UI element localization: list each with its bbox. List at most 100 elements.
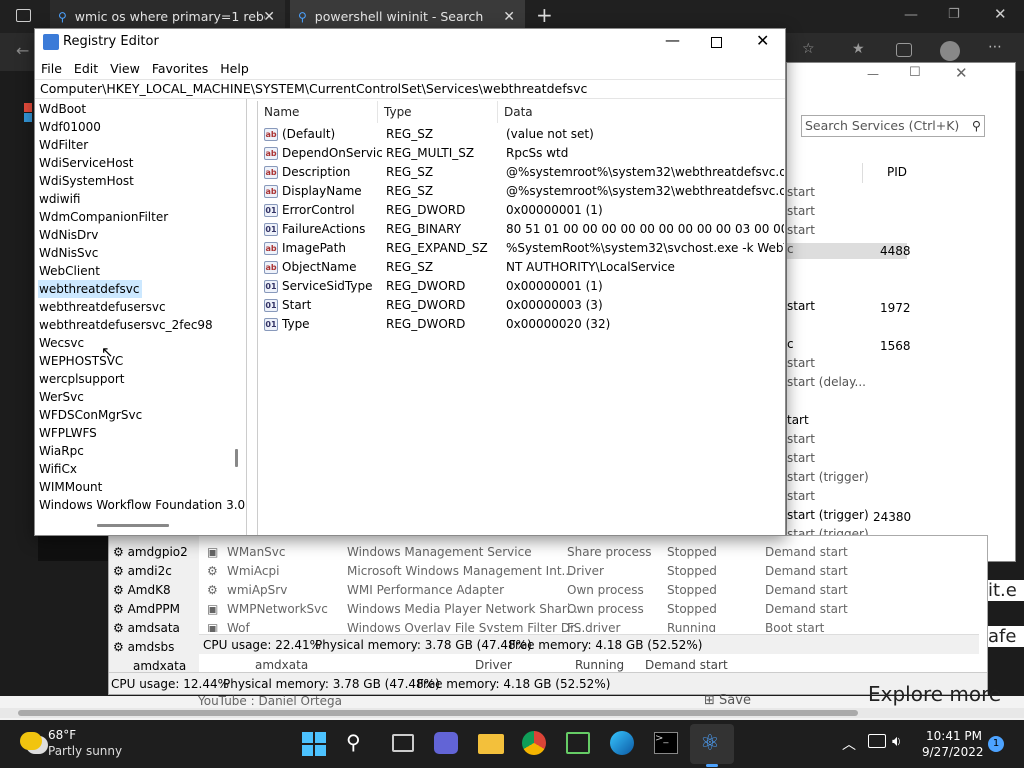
table-row[interactable]: ▣ WMPNetworkSvc Windows Media Player Net… bbox=[201, 602, 977, 620]
scrollbar-thumb[interactable] bbox=[18, 710, 858, 716]
registry-value-row[interactable]: ab DependOnService REG_MULTI_SZ RpcSs wtd bbox=[258, 144, 786, 163]
tree-item[interactable]: WifiCx bbox=[38, 460, 80, 478]
list-item[interactable]: ⚙ amdi2c bbox=[113, 564, 172, 578]
new-tab-button[interactable]: + bbox=[536, 3, 553, 27]
menu-view[interactable]: View bbox=[110, 61, 140, 76]
weather-icon[interactable] bbox=[20, 732, 42, 750]
tree-item[interactable]: WerSvc bbox=[38, 388, 87, 406]
volume-icon[interactable]: 🔉︎ bbox=[892, 732, 901, 750]
tab-actions-icon[interactable] bbox=[16, 9, 31, 22]
tree-item[interactable]: WIMMount bbox=[38, 478, 105, 496]
minimize-icon[interactable]: — bbox=[665, 31, 680, 49]
column-header-name[interactable]: Name bbox=[258, 101, 378, 123]
column-header-type[interactable]: Type bbox=[378, 101, 498, 123]
registry-editor-taskbar-icon[interactable]: ⚛ bbox=[700, 731, 720, 756]
restore-icon[interactable]: ❐ bbox=[948, 7, 960, 22]
tree-item[interactable]: WiaRpc bbox=[38, 442, 87, 460]
tree-item[interactable]: WdiServiceHost bbox=[38, 154, 137, 172]
save-button[interactable]: ⊞ Save bbox=[704, 693, 751, 708]
registry-value-row[interactable]: ab (Default) REG_SZ (value not set) bbox=[258, 125, 786, 144]
back-icon[interactable]: ← bbox=[16, 41, 29, 60]
menu-help[interactable]: Help bbox=[220, 61, 249, 76]
favorites-icon[interactable]: ★ bbox=[852, 41, 865, 57]
minimize-icon[interactable]: — bbox=[904, 7, 918, 23]
tree-item[interactable]: WdBoot bbox=[38, 100, 89, 118]
tree-item-selected[interactable]: webthreatdefsvc bbox=[38, 280, 143, 298]
registry-value-row[interactable]: 01 ErrorControl REG_DWORD 0x00000001 (1) bbox=[258, 201, 786, 220]
registry-value-row[interactable]: 01 Type REG_DWORD 0x00000020 (32) bbox=[258, 315, 786, 334]
tree-item[interactable]: Wdf01000 bbox=[38, 118, 104, 136]
horizontal-scrollbar[interactable] bbox=[0, 708, 1024, 718]
list-item[interactable]: ⚙ amdsata bbox=[113, 621, 180, 635]
collections-icon[interactable] bbox=[896, 43, 912, 57]
tree-item[interactable]: webthreatdefusersvc bbox=[38, 298, 169, 316]
favorite-icon[interactable]: ☆ bbox=[802, 41, 815, 57]
weather-temp[interactable]: 68°F bbox=[48, 728, 76, 742]
search-icon[interactable]: ⚲ bbox=[346, 730, 361, 754]
list-item[interactable]: ⚙ AmdK8 bbox=[113, 583, 171, 597]
list-item[interactable]: ⚙ amdgpio2 bbox=[113, 545, 188, 559]
table-row[interactable]: ▣ Wof Windows Overlay File System Filter… bbox=[201, 621, 977, 632]
weather-desc[interactable]: Partly sunny bbox=[48, 744, 122, 758]
list-item[interactable]: ⚙ amdsbs bbox=[113, 640, 174, 654]
tree-item[interactable]: WebClient bbox=[38, 262, 103, 280]
clock-time[interactable]: 10:41 PM bbox=[922, 729, 982, 743]
table-row[interactable]: amdxata Driver Running Demand start bbox=[199, 658, 979, 672]
edge-icon[interactable] bbox=[610, 731, 634, 755]
list-item[interactable]: amdxata bbox=[133, 659, 186, 673]
tree-item[interactable]: WdNisDrv bbox=[38, 226, 101, 244]
task-view-icon[interactable] bbox=[392, 734, 414, 752]
title-bar[interactable]: Registry Editor — ✕ bbox=[35, 29, 785, 56]
file-explorer-icon[interactable] bbox=[478, 734, 504, 754]
table-row[interactable]: ⚙ wmiApSrv WMI Performance Adapter Own p… bbox=[201, 583, 977, 601]
explore-more-link[interactable]: Explore more bbox=[868, 682, 1001, 706]
registry-value-row[interactable]: ab ObjectName REG_SZ NT AUTHORITY\LocalServ… bbox=[258, 258, 786, 277]
minimize-icon[interactable]: — bbox=[867, 67, 879, 81]
clock-date[interactable]: 9/27/2022 bbox=[922, 745, 984, 759]
registry-value-row[interactable]: 01 FailureActions REG_BINARY 80 51 01 00 00… bbox=[258, 220, 786, 239]
registry-value-row[interactable]: 01 Start REG_DWORD 0x00000003 (3) bbox=[258, 296, 786, 315]
tree-item[interactable]: WdNisSvc bbox=[38, 244, 101, 262]
menu-favorites[interactable]: Favorites bbox=[152, 61, 208, 76]
search-services-input[interactable]: Search Services (Ctrl+K) ⚲ bbox=[801, 115, 985, 137]
close-tab-icon[interactable]: ✕ bbox=[263, 9, 275, 25]
avatar[interactable] bbox=[940, 41, 960, 61]
start-button[interactable] bbox=[302, 732, 326, 756]
network-icon[interactable] bbox=[868, 734, 886, 748]
registry-value-row[interactable]: ab Description REG_SZ @%systemroot%\system3… bbox=[258, 163, 786, 182]
more-icon[interactable]: ⋯ bbox=[988, 39, 1002, 55]
tree-item[interactable]: webthreatdefusersvc_2fec98 bbox=[38, 316, 216, 334]
menu-file[interactable]: File bbox=[41, 61, 62, 76]
terminal-icon[interactable]: >_ bbox=[654, 732, 678, 754]
teams-chat-icon[interactable] bbox=[434, 732, 458, 754]
tree-item[interactable]: wercplsupport bbox=[38, 370, 128, 388]
address-bar[interactable]: Computer\HKEY_LOCAL_MACHINE\SYSTEM\Curre… bbox=[35, 79, 785, 99]
registry-value-row[interactable]: 01 ServiceSidType REG_DWORD 0x00000001 (1) bbox=[258, 277, 786, 296]
tree-item[interactable]: WdFilter bbox=[38, 136, 91, 154]
maximize-icon[interactable] bbox=[711, 37, 722, 48]
chrome-icon[interactable] bbox=[522, 731, 546, 755]
maximize-icon[interactable]: ☐ bbox=[909, 65, 921, 80]
close-window-icon[interactable]: ✕ bbox=[955, 64, 968, 82]
tree-item[interactable]: wdiwifi bbox=[38, 190, 83, 208]
close-window-icon[interactable]: ✕ bbox=[994, 5, 1007, 23]
notification-badge[interactable]: 1 bbox=[988, 736, 1004, 752]
tree-item[interactable]: WdmCompanionFilter bbox=[38, 208, 171, 226]
tree-item[interactable]: WFPLWFS bbox=[38, 424, 100, 442]
tree-item[interactable]: WdiSystemHost bbox=[38, 172, 137, 190]
tree-item[interactable]: Windows Workflow Foundation 3.0.0 bbox=[38, 496, 246, 514]
close-icon[interactable]: ✕ bbox=[756, 31, 769, 50]
list-item[interactable]: ⚙ AmdPPM bbox=[113, 602, 180, 616]
table-row[interactable]: ⚙ WmiAcpi Microsoft Windows Management I… bbox=[201, 564, 977, 582]
chevron-up-icon[interactable]: ︿ bbox=[842, 734, 856, 754]
column-header-data[interactable]: Data bbox=[498, 101, 786, 123]
close-tab-icon[interactable]: ✕ bbox=[503, 9, 515, 25]
resource-monitor-icon[interactable] bbox=[566, 732, 590, 754]
registry-value-row[interactable]: ab ImagePath REG_EXPAND_SZ %SystemRoot%\sys… bbox=[258, 239, 786, 258]
registry-value-row[interactable]: ab DisplayName REG_SZ @%systemroot%\system3… bbox=[258, 182, 786, 201]
tree-item[interactable]: WFDSConMgrSvc bbox=[38, 406, 145, 424]
table-row[interactable]: ▣ WManSvc Windows Management Service Sha… bbox=[201, 545, 977, 563]
tree-horizontal-scrollbar[interactable] bbox=[97, 524, 169, 527]
tree-item[interactable]: Wecsvc bbox=[38, 334, 87, 352]
tree-vertical-scrollbar[interactable] bbox=[235, 449, 238, 467]
